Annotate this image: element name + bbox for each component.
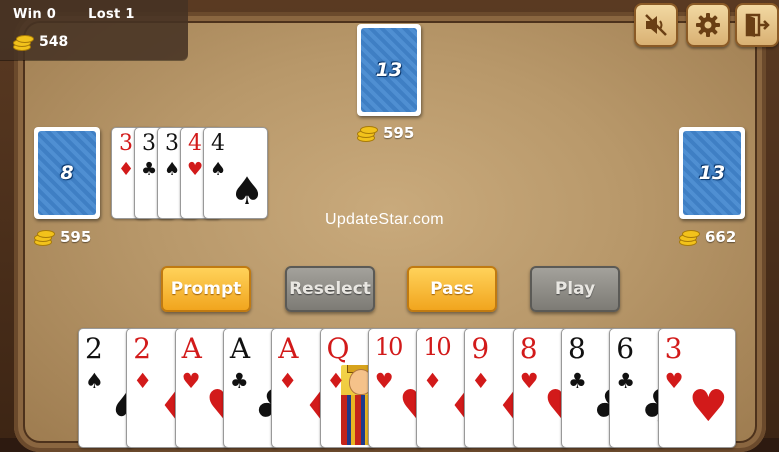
card-rank: 8 <box>568 332 586 365</box>
card-rank: 3 <box>664 332 683 365</box>
exit-button[interactable] <box>735 3 779 47</box>
card-suit: ♣ <box>229 369 249 393</box>
card-rank: 4 <box>211 131 225 156</box>
lost-count: Lost 1 <box>88 7 135 22</box>
card-suit: ♦ <box>278 369 298 393</box>
play-button[interactable]: Play <box>530 266 620 312</box>
card-suit: ♠ <box>164 159 181 180</box>
player-stats-panel: Win 0 Lost 1 548 <box>0 0 188 60</box>
card-suit: ♦ <box>118 159 135 180</box>
left-opponent-cards: 8 <box>34 127 100 219</box>
card-suit: ♥ <box>664 369 684 393</box>
card-rank: 3 <box>165 131 179 156</box>
card-rank: 10 <box>423 333 452 361</box>
hand-card[interactable]: 6♣♣ <box>609 328 666 448</box>
coin-stack-icon <box>13 34 34 51</box>
left-opponent-card-count: 8 <box>38 131 96 215</box>
card-rank: 8 <box>519 332 538 365</box>
card-rank: A <box>181 332 202 365</box>
hand-card[interactable]: 2♦♦ <box>126 328 183 448</box>
card-suit: ♥ <box>374 369 394 393</box>
pass-button[interactable]: Pass <box>407 266 497 312</box>
left-opponent-coin-amount: 595 <box>60 228 92 246</box>
card-rank: 9 <box>471 332 490 365</box>
right-opponent-coins: 662 <box>679 228 736 246</box>
hand-card[interactable]: 3 ♥ ♥ <box>657 328 736 448</box>
sound-toggle-button[interactable] <box>634 3 678 47</box>
coin-stack-icon <box>679 229 700 246</box>
right-opponent-cards: 13 <box>679 127 745 219</box>
card-suit: ♣ <box>616 369 636 393</box>
card-rank: A <box>229 332 251 365</box>
card-suit: ♥ <box>187 159 204 180</box>
left-opponent-coins: 595 <box>34 228 91 246</box>
win-lost-row: Win 0 Lost 1 <box>13 7 135 22</box>
top-opponent-coin-amount: 595 <box>383 124 415 142</box>
top-opponent-coins: 595 <box>357 124 414 142</box>
card-suit: ♥ <box>181 369 201 393</box>
card-rank: Q <box>326 332 350 365</box>
coin-stack-icon <box>357 125 378 142</box>
card-suit: ♦ <box>133 369 153 393</box>
right-opponent-card-count: 13 <box>683 131 741 215</box>
watermark: UpdateStar.com <box>325 211 444 228</box>
card-rank: 3 <box>142 131 156 156</box>
right-opponent-coin-amount: 662 <box>705 228 737 246</box>
gear-icon <box>696 13 720 37</box>
card-rank: 2 <box>133 332 152 365</box>
card-rank: 2 <box>85 332 103 365</box>
card-rank: A <box>278 332 299 365</box>
card-rank: 4 <box>188 131 202 156</box>
card-suit: ♠ <box>85 369 104 393</box>
settings-button[interactable] <box>686 3 730 47</box>
hand-card[interactable]: A♦♦ <box>271 328 328 448</box>
card-suit: ♣ <box>568 369 587 393</box>
coin-stack-icon <box>34 229 55 246</box>
card-center-suit: ♥ <box>688 381 729 432</box>
prompt-button[interactable]: Prompt <box>161 266 251 312</box>
exit-door-icon <box>745 13 770 37</box>
card-center-suit: ♠ <box>230 169 265 213</box>
card-suit: ♦ <box>326 369 346 393</box>
hand-card[interactable]: 9♦♦ <box>464 328 521 448</box>
reselect-button[interactable]: Reselect <box>285 266 375 312</box>
top-opponent-cards: 13 <box>357 24 421 116</box>
card-rank: 3 <box>119 131 133 156</box>
card-suit: ♦ <box>423 369 442 393</box>
sound-muted-icon <box>645 14 667 36</box>
win-count: Win 0 <box>13 7 57 22</box>
player-coin-amount: 548 <box>39 34 69 50</box>
top-opponent-card-count: 13 <box>361 28 417 112</box>
card-suit: ♣ <box>141 159 158 180</box>
player-coins: 548 <box>13 34 69 51</box>
played-card: 4 ♠ ♠ <box>203 127 268 219</box>
card-suit: ♥ <box>519 369 539 393</box>
card-rank: 6 <box>616 332 635 365</box>
card-rank: 10 <box>374 333 404 361</box>
card-suit: ♠ <box>210 159 227 180</box>
card-suit: ♦ <box>471 369 491 393</box>
